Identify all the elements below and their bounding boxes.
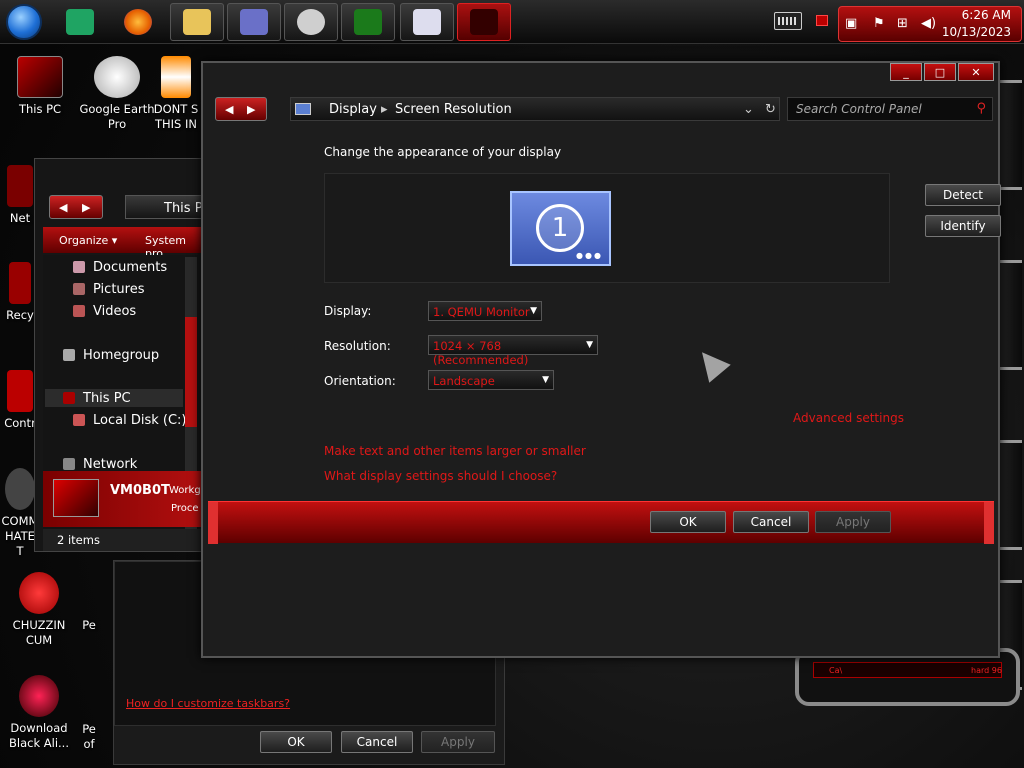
this-pc-icon xyxy=(63,392,75,404)
desktop-icon-chuzzin[interactable]: CHUZZIN CUM xyxy=(0,572,78,648)
pictures-icon xyxy=(73,283,85,295)
breadcrumb-display[interactable]: Display xyxy=(329,102,377,117)
workgroup-label: Workg xyxy=(169,485,201,496)
chevron-down-icon[interactable]: ⌄ xyxy=(743,102,754,117)
clock-date: 10/13/2023 xyxy=(941,25,1011,39)
notification-icon[interactable] xyxy=(816,15,828,26)
back-arrow-icon[interactable]: ◀ xyxy=(225,103,233,116)
window-caption-buttons: _ □ ✕ xyxy=(890,63,994,83)
network-icon xyxy=(63,458,75,470)
display-label: Display: xyxy=(324,304,372,318)
identify-button[interactable]: Identify xyxy=(925,215,1001,237)
status-bar: 2 items xyxy=(43,529,205,551)
apply-button[interactable]: Apply xyxy=(421,731,495,753)
organize-menu[interactable]: Organize ▾ xyxy=(59,234,117,247)
address-bar: ◀ ▶ Display ▸ Screen Resolution ⌄ ↻ Sear… xyxy=(203,95,998,125)
orientation-label: Orientation: xyxy=(324,374,396,388)
desktop-icon-dont[interactable]: DONT S THIS IN xyxy=(146,56,206,132)
maximize-button[interactable]: □ xyxy=(924,63,956,81)
display-select[interactable]: 1. QEMU Monitor ▼ xyxy=(428,301,542,321)
search-input[interactable]: Search Control Panel ⚲ xyxy=(787,97,993,121)
button-bar: OK Cancel Apply xyxy=(208,501,994,544)
desktop-icon-this-pc[interactable]: This PC xyxy=(1,56,79,117)
desktop-icon-download[interactable]: Download Black Ali... xyxy=(0,675,78,751)
file-explorer-taskbar-button[interactable] xyxy=(170,3,224,41)
processor-label: Proce xyxy=(171,503,199,514)
advanced-settings-link[interactable]: Advanced settings xyxy=(793,411,904,425)
ok-button[interactable]: OK xyxy=(260,731,332,753)
desktop-icon-google-earth[interactable]: Google Earth Pro xyxy=(78,56,156,132)
chevron-down-icon: ▼ xyxy=(586,340,593,350)
explorer-window: ◀ ▶ This PC Organize ▾ System pro Docume… xyxy=(34,158,215,552)
firefox-icon[interactable] xyxy=(120,4,156,40)
refresh-icon[interactable]: ↻ xyxy=(765,102,776,117)
text-size-link[interactable]: Make text and other items larger or smal… xyxy=(324,444,586,458)
detect-button[interactable]: Detect xyxy=(925,184,1001,206)
back-arrow-icon[interactable]: ◀ xyxy=(59,201,67,214)
task-manager-taskbar-button[interactable] xyxy=(400,3,454,41)
sheets-app-icon[interactable] xyxy=(62,4,98,40)
clock-time: 6:26 AM xyxy=(961,8,1011,22)
page-title: Change the appearance of your display xyxy=(324,145,562,159)
computer-name: VM0B0T xyxy=(110,483,170,498)
homegroup-icon xyxy=(63,349,75,361)
explorer-toolbar: Organize ▾ System pro xyxy=(43,227,205,260)
videos-icon xyxy=(73,305,85,317)
monitor-icon xyxy=(295,103,311,115)
breadcrumb-separator-icon: ▸ xyxy=(381,102,388,117)
chevron-down-icon: ▼ xyxy=(542,375,549,385)
desktop-icon-pe[interactable]: Pe xyxy=(76,618,102,633)
disk-icon xyxy=(73,414,85,426)
main-nav-buttons[interactable]: ◀ ▶ xyxy=(215,97,267,121)
tree-item-documents[interactable]: Documents xyxy=(73,258,167,276)
start-button[interactable] xyxy=(6,4,42,40)
monitor-number: 1 xyxy=(536,204,584,252)
chevron-down-icon: ▼ xyxy=(530,306,537,316)
explorer-nav-buttons[interactable]: ◀ ▶ xyxy=(49,195,103,219)
tree-item-pictures[interactable]: Pictures xyxy=(73,280,144,298)
keyboard-icon[interactable] xyxy=(774,12,802,30)
minimize-button[interactable]: _ xyxy=(890,63,922,81)
screen-resolution-window: _ □ ✕ ◀ ▶ Display ▸ Screen Resolution ⌄ … xyxy=(201,61,1001,658)
display-preview-area: 1 ●●● Detect Identify xyxy=(324,173,1001,283)
forward-arrow-icon[interactable]: ▶ xyxy=(82,201,90,214)
orientation-select[interactable]: Landscape ▼ xyxy=(428,370,554,390)
flag-icon[interactable]: ⚑ xyxy=(873,16,885,31)
network-icon[interactable]: ⊞ xyxy=(897,16,908,31)
computer-icon xyxy=(53,479,99,517)
documents-icon xyxy=(73,261,85,273)
monitor-1-tile[interactable]: 1 ●●● xyxy=(510,191,611,266)
close-button[interactable]: ✕ xyxy=(958,63,994,81)
tray-app-icon[interactable]: ▣ xyxy=(845,16,857,31)
customize-taskbars-link[interactable]: How do I customize taskbars? xyxy=(126,697,290,710)
apply-button[interactable]: Apply xyxy=(815,511,891,533)
google-earth-taskbar-button[interactable] xyxy=(284,3,338,41)
dots-icon: ●●● xyxy=(576,251,603,260)
cancel-button[interactable]: Cancel xyxy=(341,731,413,753)
ok-button[interactable]: OK xyxy=(650,511,726,533)
forward-arrow-icon[interactable]: ▶ xyxy=(247,103,255,116)
resolution-label: Resolution: xyxy=(324,339,391,353)
tree-item-videos[interactable]: Videos xyxy=(73,302,136,320)
details-pane: VM0B0T Workg Proce xyxy=(43,471,205,527)
volume-icon[interactable]: ◀) xyxy=(921,16,936,31)
display-help-link[interactable]: What display settings should I choose? xyxy=(324,469,557,483)
search-icon[interactable]: ⚲ xyxy=(976,101,986,116)
clock[interactable]: 6:26 AM 10/13/2023 xyxy=(942,7,1011,41)
tree-item-this-pc[interactable]: This PC xyxy=(45,389,183,407)
tree-item-homegroup[interactable]: Homegroup xyxy=(63,346,159,364)
control-panel-taskbar-button[interactable] xyxy=(227,3,281,41)
cancel-button[interactable]: Cancel xyxy=(733,511,809,533)
tree-item-local-disk[interactable]: Local Disk (C:) xyxy=(73,411,186,429)
taskbar: ▣ ⚑ ⊞ ◀) 6:26 AM 10/13/2023 xyxy=(0,0,1024,44)
desktop-icon-pe-of[interactable]: Pe of xyxy=(76,722,102,752)
system-tray: ▣ ⚑ ⊞ ◀) 6:26 AM 10/13/2023 xyxy=(838,6,1022,42)
breadcrumb-screen-resolution[interactable]: Screen Resolution xyxy=(395,102,512,117)
xbox-taskbar-button[interactable] xyxy=(341,3,395,41)
breadcrumb[interactable]: Display ▸ Screen Resolution ⌄ ↻ xyxy=(290,97,780,121)
resolution-select[interactable]: 1024 × 768 (Recommended) ▼ xyxy=(428,335,598,367)
alienware-taskbar-button[interactable] xyxy=(457,3,511,41)
